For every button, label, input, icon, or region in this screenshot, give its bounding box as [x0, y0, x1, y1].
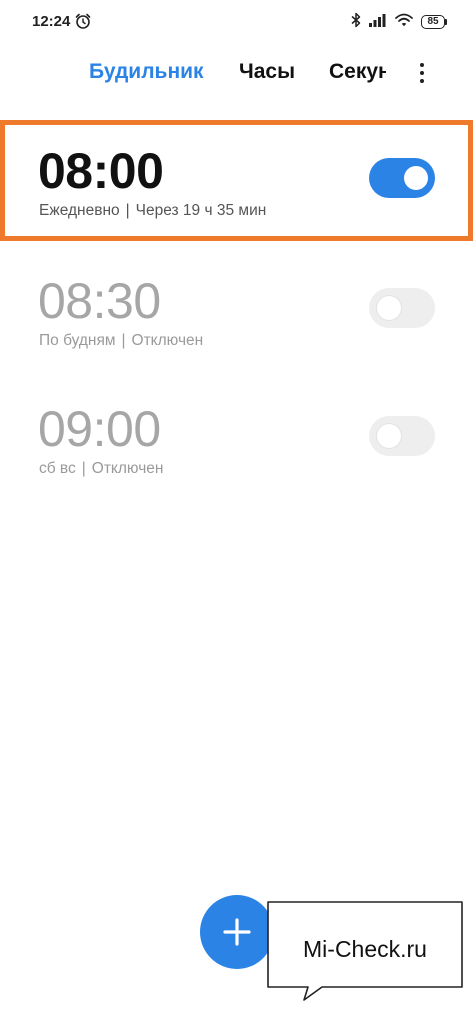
battery-level: 85	[421, 15, 445, 29]
alarm-clock-icon	[74, 12, 92, 30]
alarm-toggle[interactable]	[369, 158, 435, 198]
alarm-time: 08:00	[38, 143, 164, 199]
add-alarm-button[interactable]	[200, 895, 274, 969]
alarm-status: Отключен	[131, 332, 204, 349]
wifi-icon	[395, 13, 413, 32]
tab-stopwatch[interactable]: Секундомер	[329, 60, 386, 84]
tab-clock[interactable]: Часы	[239, 60, 295, 84]
alarm-status: Через 19 ч 35 мин	[135, 202, 267, 219]
alarm-status: Отключен	[91, 460, 164, 477]
alarm-details: По будням | Отключен	[39, 332, 203, 350]
status-icons: 85	[351, 12, 447, 32]
tab-alarm[interactable]: Будильник	[89, 60, 204, 84]
status-time: 12:24	[32, 13, 71, 30]
alarm-item[interactable]: 08:00 Ежедневно | Через 19 ч 35 мин	[0, 120, 474, 240]
alarm-item[interactable]: 09:00 сб вс | Отключен	[0, 378, 474, 498]
signal-icon	[369, 13, 387, 32]
alarm-toggle[interactable]	[369, 416, 435, 456]
toggle-knob	[404, 166, 428, 190]
alarm-repeat: По будням	[39, 332, 116, 349]
toggle-knob	[377, 424, 401, 448]
battery-icon: 85	[421, 15, 447, 29]
alarm-time: 09:00	[38, 401, 161, 457]
watermark-callout: Mi-Check.ru	[266, 900, 464, 1002]
watermark-text: Mi-Check.ru	[303, 936, 427, 962]
alarm-separator: |	[81, 460, 86, 477]
alarm-details: Ежедневно | Через 19 ч 35 мин	[39, 202, 266, 220]
bluetooth-icon	[351, 12, 361, 33]
plus-icon	[223, 918, 251, 946]
toggle-knob	[377, 296, 401, 320]
alarm-separator: |	[125, 202, 130, 219]
alarm-toggle[interactable]	[369, 288, 435, 328]
alarm-item[interactable]: 08:30 По будням | Отключен	[0, 250, 474, 370]
alarm-details: сб вс | Отключен	[39, 460, 163, 478]
alarm-repeat: сб вс	[39, 460, 76, 477]
alarm-separator: |	[121, 332, 126, 349]
alarm-time: 08:30	[38, 273, 161, 329]
status-bar: 12:24 85	[0, 0, 474, 44]
more-options-icon[interactable]	[412, 58, 432, 88]
alarm-repeat: Ежедневно	[39, 202, 120, 219]
tab-bar: Будильник Часы Секундомер	[0, 50, 474, 96]
